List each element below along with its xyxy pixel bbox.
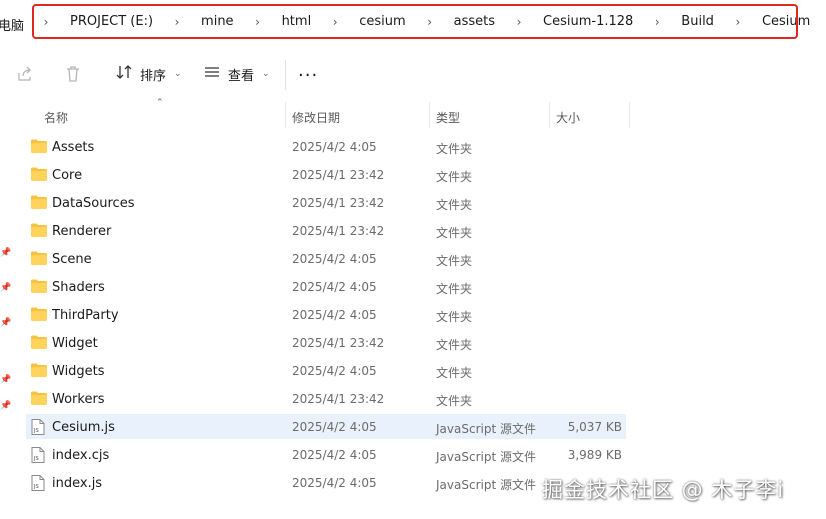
file-name[interactable]: Cesium.js xyxy=(52,420,115,435)
folder-icon xyxy=(31,279,47,297)
file-date: 2025/4/2 4:05 xyxy=(292,280,377,294)
file-date: 2025/4/1 23:42 xyxy=(292,224,385,238)
svg-text:JS: JS xyxy=(33,456,39,462)
file-name[interactable]: Widget xyxy=(52,336,98,351)
column-header-size[interactable]: 大小 xyxy=(556,109,580,135)
chevron-right-icon[interactable]: › xyxy=(820,15,826,29)
column-divider[interactable] xyxy=(429,102,430,128)
sort-button[interactable]: 排序 ⌄ xyxy=(116,64,182,84)
file-date: 2025/4/1 23:42 xyxy=(292,392,385,406)
file-type: 文件夹 xyxy=(436,254,473,268)
folder-icon xyxy=(31,223,47,241)
file-row[interactable]: JS index.cjs 2025/4/2 4:05 JavaScript 源文件 3,… xyxy=(0,442,826,470)
share-icon[interactable] xyxy=(16,65,34,87)
chevron-down-icon: ⌄ xyxy=(262,69,270,79)
folder-icon xyxy=(31,335,47,353)
file-size: 3,989 KB xyxy=(567,448,622,462)
toolbar-divider xyxy=(285,60,286,90)
file-date: 2025/4/1 23:42 xyxy=(292,336,385,350)
svg-text:JS: JS xyxy=(33,484,39,490)
file-row[interactable]: Shaders 2025/4/2 4:05 文件夹 xyxy=(0,274,826,302)
file-type: 文件夹 xyxy=(436,226,473,240)
file-type: 文件夹 xyxy=(436,310,473,324)
sort-ascending-icon: ⌃ xyxy=(156,98,164,108)
file-date: 2025/4/2 4:05 xyxy=(292,364,377,378)
chevron-down-icon: ⌄ xyxy=(174,69,182,79)
sort-label: 排序 xyxy=(140,68,167,84)
folder-icon xyxy=(31,363,47,381)
file-row[interactable]: Scene 2025/4/2 4:05 文件夹 xyxy=(0,246,826,274)
file-row[interactable]: DataSources 2025/4/1 23:42 文件夹 xyxy=(0,190,826,218)
file-date: 2025/4/2 4:05 xyxy=(292,420,377,434)
delete-icon[interactable] xyxy=(64,65,82,87)
folder-icon xyxy=(31,167,47,185)
file-list: Assets 2025/4/2 4:05 文件夹 Core 2025/4/1 23:42… xyxy=(0,134,826,498)
file-date: 2025/4/2 4:05 xyxy=(292,252,377,266)
file-row[interactable]: ThirdParty 2025/4/2 4:05 文件夹 xyxy=(0,302,826,330)
view-icon xyxy=(204,64,220,84)
svg-text:JS: JS xyxy=(33,428,39,434)
more-options-button[interactable]: ... xyxy=(298,60,318,81)
column-header-date[interactable]: 修改日期 xyxy=(292,109,340,135)
js-file-icon: JS xyxy=(31,447,45,467)
file-row[interactable]: Workers 2025/4/1 23:42 文件夹 xyxy=(0,386,826,414)
file-date: 2025/4/2 4:05 xyxy=(292,308,377,322)
folder-icon xyxy=(31,251,47,269)
file-row[interactable]: Core 2025/4/1 23:42 文件夹 xyxy=(0,162,826,190)
file-type: 文件夹 xyxy=(436,394,473,408)
file-name[interactable]: Renderer xyxy=(52,224,111,239)
file-size: 5,037 KB xyxy=(567,420,622,434)
file-type: JavaScript 源文件 xyxy=(436,478,536,492)
column-header-type[interactable]: 类型 xyxy=(436,109,460,135)
column-divider[interactable] xyxy=(629,102,630,128)
breadcrumb-root[interactable]: 电脑 xyxy=(0,15,24,34)
file-name[interactable]: ThirdParty xyxy=(52,308,119,323)
file-type: 文件夹 xyxy=(436,170,473,184)
file-type: 文件夹 xyxy=(436,282,473,296)
file-type: 文件夹 xyxy=(436,142,473,156)
command-bar: 排序 ⌄ 查看 ⌄ ... xyxy=(0,52,826,98)
file-name[interactable]: Widgets xyxy=(52,364,105,379)
file-date: 2025/4/2 4:05 xyxy=(292,140,377,154)
file-name[interactable]: Scene xyxy=(52,252,92,267)
file-row[interactable]: Assets 2025/4/2 4:05 文件夹 xyxy=(0,134,826,162)
file-type: 文件夹 xyxy=(436,366,473,380)
folder-icon xyxy=(31,195,47,213)
watermark: 掘金技术社区 @ 木子李i xyxy=(542,478,785,502)
file-name[interactable]: index.js xyxy=(52,476,102,491)
file-row[interactable]: Renderer 2025/4/1 23:42 文件夹 xyxy=(0,218,826,246)
folder-icon xyxy=(31,307,47,325)
column-header-name[interactable]: 名称 xyxy=(44,109,68,135)
file-date: 2025/4/1 23:42 xyxy=(292,196,385,210)
file-type: 文件夹 xyxy=(436,198,473,212)
file-type: JavaScript 源文件 xyxy=(436,422,536,436)
file-name[interactable]: Workers xyxy=(52,392,105,407)
file-row[interactable]: Widgets 2025/4/2 4:05 文件夹 xyxy=(0,358,826,386)
view-button[interactable]: 查看 ⌄ xyxy=(204,64,270,84)
file-date: 2025/4/2 4:05 xyxy=(292,448,377,462)
address-bar[interactable]: 电脑 › PROJECT (E:) › mine › html › cesium… xyxy=(0,0,826,48)
js-file-icon: JS xyxy=(31,419,45,439)
folder-icon xyxy=(31,391,47,409)
file-type: JavaScript 源文件 xyxy=(436,450,536,464)
js-file-icon: JS xyxy=(31,475,45,495)
file-row[interactable]: Widget 2025/4/1 23:42 文件夹 xyxy=(0,330,826,358)
column-divider[interactable] xyxy=(285,102,286,128)
file-name[interactable]: Shaders xyxy=(52,280,105,295)
highlight-box xyxy=(32,4,798,39)
file-row[interactable]: JS Cesium.js 2025/4/2 4:05 JavaScript 源文件 5,… xyxy=(0,414,826,442)
file-name[interactable]: Assets xyxy=(52,140,94,155)
column-divider[interactable] xyxy=(549,102,550,128)
folder-icon xyxy=(31,139,47,157)
file-type: 文件夹 xyxy=(436,338,473,352)
file-date: 2025/4/2 4:05 xyxy=(292,476,377,490)
file-name[interactable]: Core xyxy=(52,168,82,183)
view-label: 查看 xyxy=(228,68,255,84)
sort-icon xyxy=(116,64,132,84)
file-date: 2025/4/1 23:42 xyxy=(292,168,385,182)
file-name[interactable]: DataSources xyxy=(52,196,134,211)
file-name[interactable]: index.cjs xyxy=(52,448,109,463)
